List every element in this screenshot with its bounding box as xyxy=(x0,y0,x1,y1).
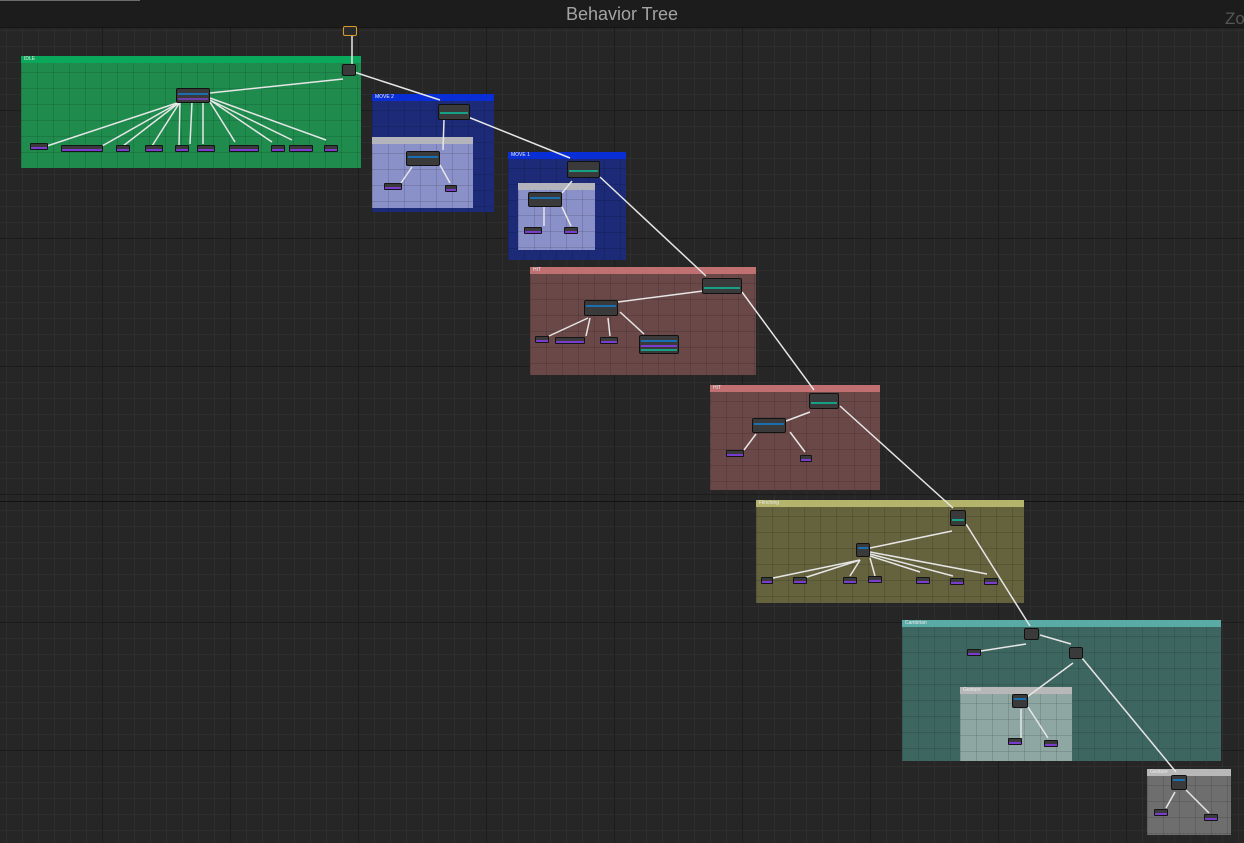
selector-node-hit-1[interactable] xyxy=(584,300,618,316)
comment-header[interactable]: Gesture xyxy=(1147,769,1231,776)
title-tab-indicator xyxy=(0,0,140,1)
comment-header[interactable]: HIT xyxy=(530,267,756,274)
root-node[interactable] xyxy=(343,26,357,36)
sequence-node-flinching[interactable] xyxy=(950,510,966,526)
task-node[interactable] xyxy=(868,576,882,583)
task-node[interactable] xyxy=(30,143,48,150)
node-color-band xyxy=(1173,779,1185,781)
node-color-band xyxy=(530,197,560,199)
selector-node-idle[interactable] xyxy=(176,88,210,103)
sequence-node-cambrian[interactable] xyxy=(1069,647,1083,659)
editor-title-bar: Behavior Tree Zo xyxy=(0,0,1244,28)
selector-node-cambrian[interactable] xyxy=(1024,628,1039,640)
task-node[interactable] xyxy=(600,337,618,344)
comment-flinching[interactable]: Flinching xyxy=(756,500,1024,603)
comment-header[interactable]: HIT xyxy=(710,385,880,392)
task-node[interactable] xyxy=(564,227,578,234)
task-node[interactable] xyxy=(197,145,215,152)
task-node[interactable] xyxy=(793,577,807,584)
task-node[interactable] xyxy=(1204,814,1218,821)
comment-header[interactable]: Gesture xyxy=(960,687,1072,694)
task-node[interactable] xyxy=(555,337,585,344)
node-color-band xyxy=(641,345,677,347)
task-node[interactable] xyxy=(843,577,857,584)
node-color-band xyxy=(641,340,677,342)
zoom-label: Zo xyxy=(1225,9,1244,28)
sequence-node-move-1[interactable] xyxy=(567,161,600,178)
sequence-node-move-2[interactable] xyxy=(438,104,470,120)
task-node[interactable] xyxy=(445,185,457,192)
selector-node-gesture[interactable] xyxy=(1171,775,1187,790)
task-node[interactable] xyxy=(950,578,964,585)
task-node-hit-1-wide[interactable] xyxy=(639,335,679,354)
graph-title: Behavior Tree xyxy=(565,4,679,24)
task-node[interactable] xyxy=(524,227,542,234)
task-node[interactable] xyxy=(229,145,259,152)
comment-header[interactable]: MOVE 1 xyxy=(508,152,626,159)
selector-node-move-1[interactable] xyxy=(528,192,562,207)
task-node[interactable] xyxy=(145,145,163,152)
task-node[interactable] xyxy=(384,183,402,190)
selector-node-move-2[interactable] xyxy=(406,151,440,166)
node-color-band xyxy=(178,98,208,100)
comment-header[interactable] xyxy=(372,137,473,144)
selector-node-main[interactable] xyxy=(342,64,356,76)
comment-header[interactable]: Flinching xyxy=(756,500,1024,507)
node-color-band xyxy=(811,402,837,404)
task-node[interactable] xyxy=(761,577,773,584)
task-node[interactable] xyxy=(726,450,744,457)
sequence-node-hit-1[interactable] xyxy=(702,278,742,294)
task-node[interactable] xyxy=(800,455,812,462)
node-color-band xyxy=(952,519,964,521)
node-color-band xyxy=(754,423,784,425)
sequence-node-hit-2[interactable] xyxy=(809,393,839,409)
task-node[interactable] xyxy=(1044,740,1058,747)
node-color-band xyxy=(440,112,468,114)
canvas-axis-line xyxy=(0,501,1244,502)
comment-header[interactable]: IDLE xyxy=(21,56,361,63)
task-node[interactable] xyxy=(535,336,549,343)
selector-node-hit-2[interactable] xyxy=(752,418,786,433)
task-node[interactable] xyxy=(1154,809,1168,816)
task-node[interactable] xyxy=(916,577,930,584)
node-color-band xyxy=(1014,698,1026,700)
comment-header[interactable] xyxy=(518,183,595,190)
task-node[interactable] xyxy=(271,145,285,152)
task-node[interactable] xyxy=(984,578,998,585)
comment-header[interactable]: Cambrian xyxy=(902,620,1221,627)
task-node[interactable] xyxy=(324,145,338,152)
node-color-band xyxy=(858,547,868,549)
task-node[interactable] xyxy=(116,145,130,152)
task-node[interactable] xyxy=(1008,738,1022,745)
selector-node-flinching[interactable] xyxy=(856,543,870,557)
node-color-band xyxy=(586,305,616,307)
task-node[interactable] xyxy=(61,145,103,152)
node-color-band xyxy=(641,349,677,351)
task-node[interactable] xyxy=(967,649,981,656)
task-node[interactable] xyxy=(175,145,189,152)
task-node[interactable] xyxy=(289,145,313,152)
comment-gesture[interactable]: Gesture xyxy=(1147,769,1231,835)
comment-move-2-inner[interactable] xyxy=(372,137,473,208)
node-color-band xyxy=(178,93,208,95)
comment-header[interactable]: MOVE 2 xyxy=(372,94,494,101)
node-color-band xyxy=(704,287,740,289)
node-color-band xyxy=(408,156,438,158)
comment-hit-2[interactable]: HIT xyxy=(710,385,880,490)
selector-node-gesture-inner[interactable] xyxy=(1012,694,1028,708)
node-color-band xyxy=(569,170,598,172)
